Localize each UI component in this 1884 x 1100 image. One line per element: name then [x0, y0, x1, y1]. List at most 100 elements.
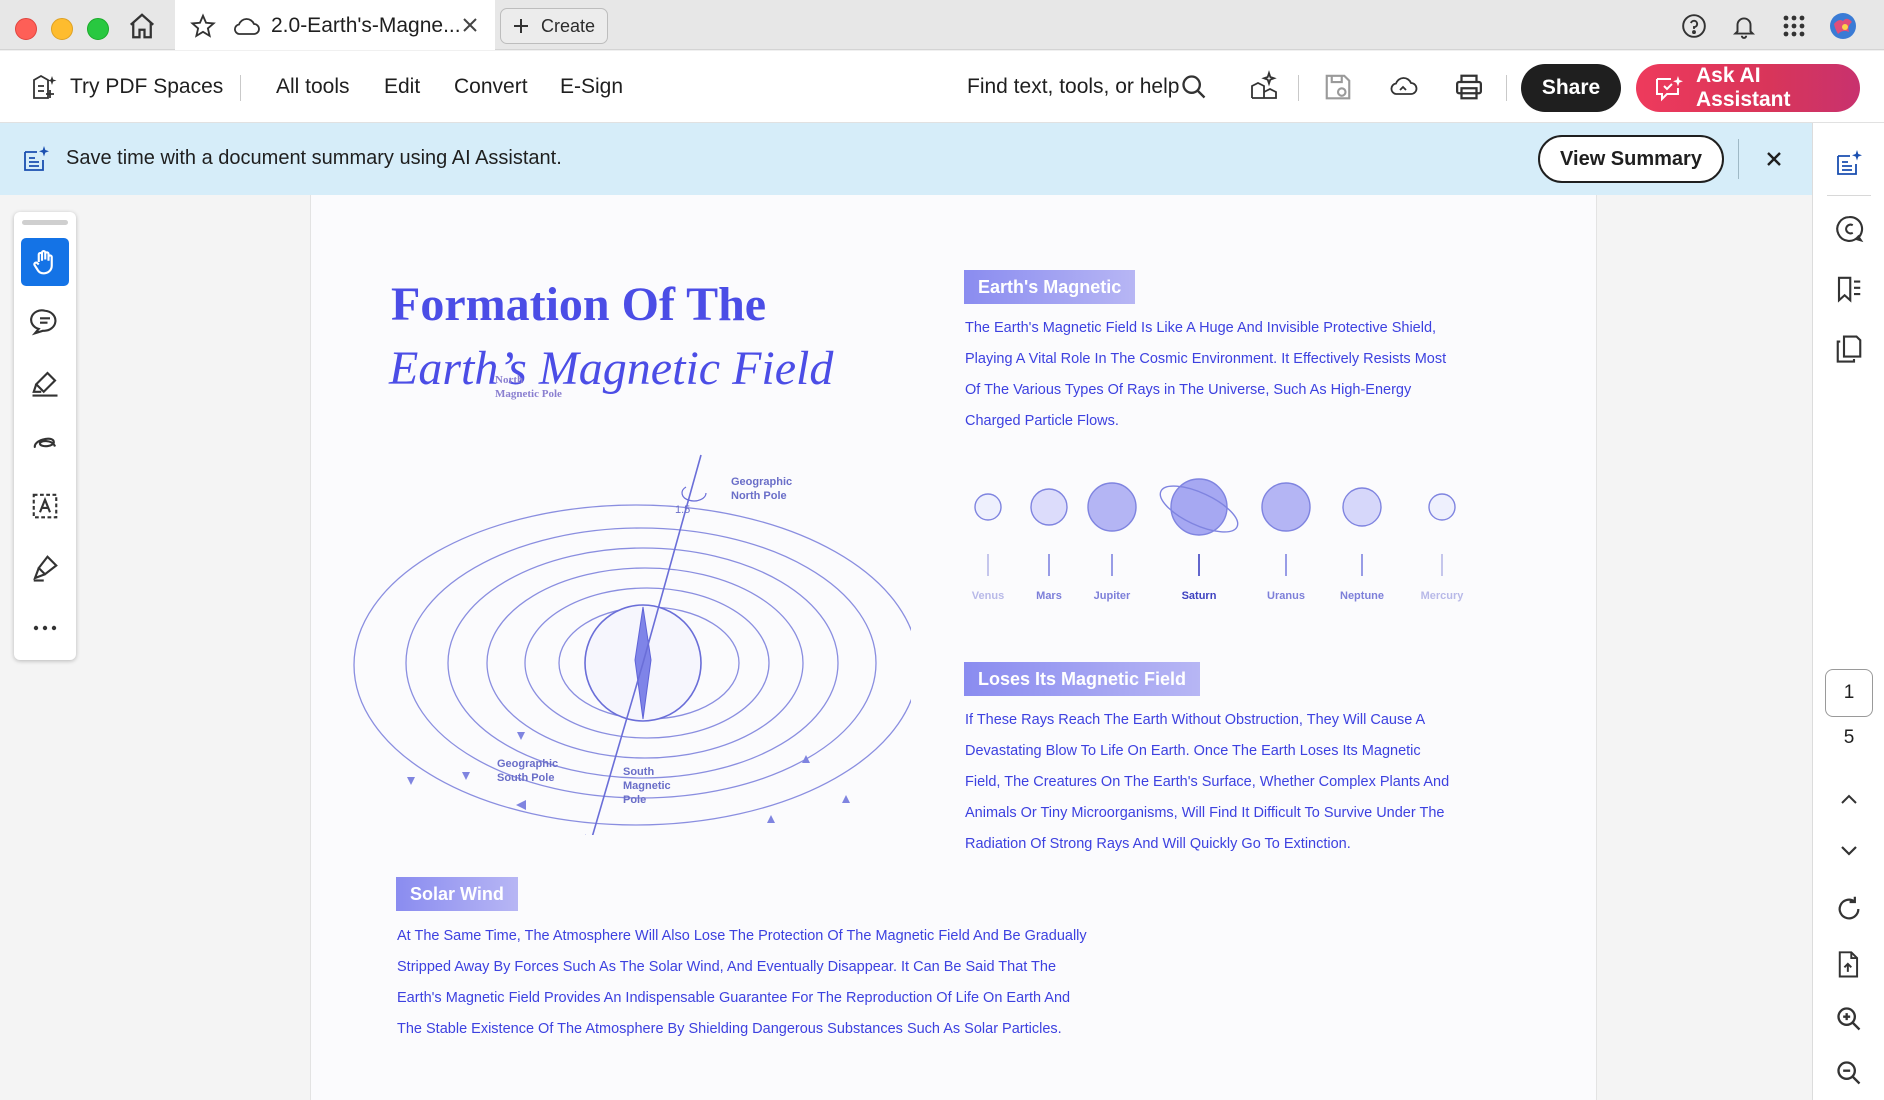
para-line: Of The Various Types Of Rays in The Univ…: [965, 382, 1412, 398]
close-banner-icon[interactable]: [1762, 147, 1786, 171]
section-label-loses-magnetic-field: Loses Its Magnetic Field: [964, 662, 1201, 696]
drag-handle[interactable]: [22, 220, 68, 225]
uranus-planet: [1261, 482, 1311, 532]
highlight-tool-button[interactable]: [21, 359, 69, 407]
para-line: Playing A Vital Role In The Cosmic Envir…: [965, 351, 1447, 367]
save-icon[interactable]: [1322, 71, 1354, 103]
notifications-bell-icon[interactable]: [1730, 12, 1758, 40]
create-label: Create: [541, 15, 596, 36]
ai-summary-panel-icon[interactable]: [1833, 147, 1865, 179]
comment-icon: [30, 309, 57, 336]
page-thumbnails-panel-icon[interactable]: [1833, 333, 1865, 365]
minimize-window-button[interactable]: [51, 18, 73, 40]
ai-tools-icon[interactable]: [1246, 69, 1280, 103]
profile-avatar[interactable]: [1828, 11, 1858, 41]
current-page-input[interactable]: 1: [1825, 669, 1873, 717]
page-title-line-1: Formation Of The: [391, 278, 767, 331]
pen-sign-icon: [33, 555, 58, 582]
para-line: Earth's Magnetic Field Provides An Indis…: [397, 990, 1071, 1006]
apps-grid-icon[interactable]: [1780, 12, 1808, 40]
tilt-angle-label: 1.5: [675, 504, 691, 516]
draw-tool-button[interactable]: [21, 420, 69, 468]
cloud-icon: [231, 12, 261, 40]
para-line: Charged Particle Flows.: [965, 413, 1119, 429]
rotate-icon[interactable]: [1833, 893, 1865, 925]
previous-page-chevron-up-icon[interactable]: [1833, 783, 1865, 815]
planet-label-mercury: Mercury: [1420, 590, 1464, 602]
planet-label-jupiter: Jupiter: [1093, 590, 1131, 602]
geographic-south-pole-line-2: South Pole: [497, 772, 555, 784]
para-line: Animals Or Tiny Microorganisms, Will Fin…: [965, 805, 1445, 821]
section-label-solar-wind: Solar Wind: [396, 877, 518, 911]
mercury-planet: [1428, 493, 1456, 521]
page-title-line-2: Earth’s Magnetic Field: [389, 342, 834, 395]
convert-menu[interactable]: Convert: [454, 75, 528, 99]
all-tools-menu[interactable]: All tools: [276, 75, 350, 99]
esign-menu[interactable]: E-Sign: [560, 75, 623, 99]
star-icon[interactable]: [189, 12, 217, 40]
earths-magnetic-paragraph: The Earth's Magnetic Field Is Like A Hug…: [965, 313, 1446, 437]
ai-summary-banner: Save time with a document summary using …: [0, 123, 1812, 195]
pdf-page: Formation Of The Earth’s Magnetic Field: [310, 195, 1597, 1100]
main-toolbar: Try PDF Spaces All tools Edit Convert E-…: [0, 51, 1884, 123]
south-magnetic-pole-label: South Magnetic Pole: [623, 765, 671, 807]
freehand-draw-icon: [33, 437, 57, 449]
next-page-chevron-down-icon[interactable]: [1833, 835, 1865, 867]
comments-panel-icon[interactable]: [1833, 213, 1865, 245]
ask-ai-assistant-button[interactable]: Ask AI Assistant: [1636, 64, 1860, 112]
highlighter-icon: [32, 371, 58, 397]
south-magnetic-pole-line-1: South: [623, 766, 655, 778]
para-line: The Stable Existence Of The Atmosphere B…: [397, 1021, 1062, 1037]
jupiter-planet: [1087, 482, 1137, 532]
text-box-icon: [32, 493, 58, 519]
para-line: Stripped Away By Forces Such As The Sola…: [397, 959, 1057, 975]
hand-icon: [33, 250, 53, 275]
toolbar-divider: [240, 75, 241, 101]
section-label-earths-magnetic: Earth's Magnetic: [964, 270, 1136, 304]
para-line: Field, The Creatures On The Earth's Surf…: [965, 774, 1450, 790]
zoom-window-button[interactable]: [87, 18, 109, 40]
sign-tool-button[interactable]: [21, 544, 69, 592]
document-summary-icon: [20, 143, 52, 175]
zoom-out-icon[interactable]: [1833, 1057, 1865, 1089]
create-button[interactable]: Create: [500, 8, 608, 44]
share-label: Share: [1541, 76, 1601, 99]
close-window-button[interactable]: [15, 18, 37, 40]
help-icon[interactable]: [1680, 12, 1708, 40]
north-magnetic-pole-line-2: Magnetic Pole: [495, 388, 562, 400]
toolbar-divider-3: [1506, 75, 1507, 101]
pdf-spaces-icon[interactable]: [28, 71, 60, 103]
comment-tool-button[interactable]: [21, 298, 69, 346]
geographic-south-pole-label: Geographic South Pole: [497, 757, 558, 785]
geographic-north-pole-line-1: Geographic: [731, 476, 793, 488]
edit-menu[interactable]: Edit: [384, 75, 420, 99]
mars-planet: [1030, 488, 1068, 526]
try-pdf-spaces-link[interactable]: Try PDF Spaces: [70, 75, 223, 99]
find-text-tools-help[interactable]: Find text, tools, or help: [967, 75, 1179, 99]
more-icon: [33, 625, 57, 631]
page-settings-icon[interactable]: [1833, 949, 1865, 981]
bookmarks-panel-icon[interactable]: [1833, 273, 1865, 305]
para-line: At The Same Time, The Atmosphere Will Al…: [397, 928, 1087, 944]
geographic-south-pole-line-1: Geographic: [497, 758, 559, 770]
toolbar-divider-2: [1298, 75, 1299, 101]
cloud-sync-icon[interactable]: [1386, 71, 1420, 103]
tab-title: 2.0-Earth's-Magne...: [271, 14, 461, 37]
search-icon[interactable]: [1178, 71, 1210, 103]
hand-tool-button[interactable]: [21, 238, 69, 286]
view-summary-button[interactable]: View Summary: [1538, 135, 1724, 183]
close-tab-icon[interactable]: [459, 14, 481, 36]
loses-magnetic-field-paragraph: If These Rays Reach The Earth Without Ob…: [965, 705, 1449, 860]
text-select-tool-button[interactable]: [21, 482, 69, 530]
zoom-in-icon[interactable]: [1833, 1003, 1865, 1035]
total-pages: 5: [1843, 727, 1855, 748]
venus-planet: [974, 493, 1002, 521]
home-icon[interactable]: [126, 10, 158, 42]
share-button[interactable]: Share: [1521, 64, 1621, 112]
rail-divider: [1827, 195, 1871, 196]
more-tools-button[interactable]: [21, 604, 69, 652]
document-tab[interactable]: 2.0-Earth's-Magne...: [175, 0, 495, 50]
para-line: The Earth's Magnetic Field Is Like A Hug…: [965, 320, 1437, 336]
print-icon[interactable]: [1452, 71, 1486, 103]
para-line: If These Rays Reach The Earth Without Ob…: [965, 712, 1426, 728]
